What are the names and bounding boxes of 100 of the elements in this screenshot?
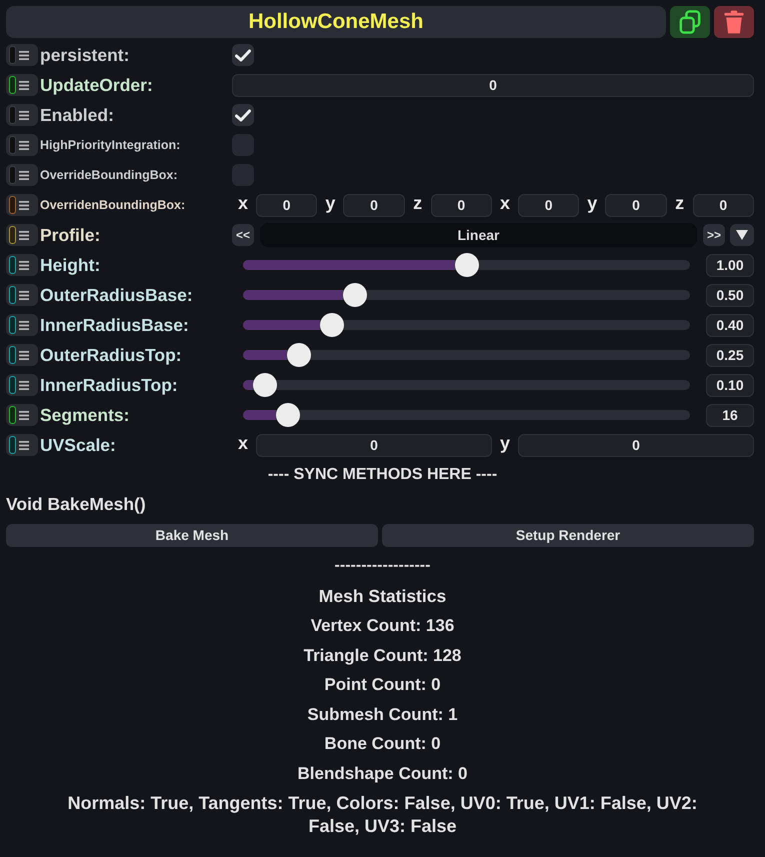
number-field[interactable]: 0 bbox=[518, 434, 754, 456]
drag-handle[interactable] bbox=[6, 404, 38, 426]
field-label: InnerRadiusBase: bbox=[40, 314, 189, 334]
axis-label: z bbox=[412, 194, 424, 215]
drag-handle[interactable] bbox=[6, 254, 38, 276]
slider-thumb[interactable] bbox=[320, 313, 344, 337]
stat-line: Point Count: 0 bbox=[324, 674, 441, 696]
checkmark-icon bbox=[235, 108, 251, 122]
previous-button[interactable]: << bbox=[232, 224, 254, 246]
stat-line: Blendshape Count: 0 bbox=[297, 762, 468, 784]
slider-track[interactable] bbox=[243, 403, 690, 427]
checkbox[interactable] bbox=[232, 44, 254, 66]
slider-thumb[interactable] bbox=[253, 373, 278, 397]
axis-label: x bbox=[236, 194, 249, 215]
slider-track[interactable] bbox=[243, 343, 690, 367]
copy-icon bbox=[679, 10, 701, 34]
axis-label: y bbox=[498, 434, 511, 455]
slider-track[interactable] bbox=[243, 253, 690, 277]
axis-label: x bbox=[236, 434, 249, 455]
drag-handle[interactable] bbox=[6, 284, 38, 306]
menu-icon bbox=[19, 140, 29, 150]
caret-down-icon bbox=[736, 230, 748, 240]
enum-value-field[interactable]: Linear bbox=[260, 223, 697, 247]
field-label: HighPriorityIntegration: bbox=[40, 138, 180, 152]
stat-line: Vertex Count: 136 bbox=[310, 615, 454, 637]
field-label: OverridenBoundingBox: bbox=[40, 198, 186, 212]
value-field[interactable]: 16 bbox=[706, 404, 754, 426]
menu-icon bbox=[19, 290, 29, 300]
menu-icon bbox=[19, 260, 29, 270]
stat-summary: Normals: True, Tangents: True, Colors: False, UV0: True, UV1: False, UV2: False, UV3: False bbox=[66, 792, 698, 838]
value-field[interactable]: 1.00 bbox=[706, 254, 754, 276]
menu-icon bbox=[19, 170, 29, 180]
number-field[interactable]: 0 bbox=[232, 74, 754, 96]
field-label: Profile: bbox=[40, 224, 100, 244]
separator-text: ------------------ bbox=[334, 556, 430, 576]
value-field[interactable]: 0.40 bbox=[706, 314, 754, 336]
stat-line: Triangle Count: 128 bbox=[304, 644, 462, 667]
number-field[interactable]: 0 bbox=[605, 194, 667, 216]
value-field[interactable]: 0.10 bbox=[706, 374, 754, 396]
component-title: HollowConeMesh bbox=[248, 9, 424, 36]
dropdown-button[interactable] bbox=[730, 224, 754, 246]
stats-title: Mesh Statistics bbox=[318, 585, 446, 608]
field-label: UVScale: bbox=[40, 434, 116, 454]
value-field[interactable]: 0.50 bbox=[706, 284, 754, 306]
drag-handle[interactable] bbox=[6, 194, 38, 216]
menu-icon bbox=[19, 200, 29, 210]
menu-icon bbox=[19, 110, 29, 120]
slider-thumb[interactable] bbox=[342, 283, 367, 307]
drag-handle[interactable] bbox=[6, 344, 38, 366]
menu-icon bbox=[19, 350, 29, 360]
checkbox[interactable] bbox=[232, 104, 254, 126]
menu-icon bbox=[19, 410, 29, 420]
drag-handle[interactable] bbox=[6, 104, 38, 126]
method-signature: Void BakeMesh() bbox=[6, 493, 146, 516]
axis-label: z bbox=[674, 194, 686, 215]
stat-line: Submesh Count: 1 bbox=[307, 704, 458, 726]
stat-line: Bone Count: 0 bbox=[324, 733, 441, 755]
next-button[interactable]: >> bbox=[703, 224, 725, 246]
trash-icon bbox=[724, 10, 744, 34]
slider-thumb[interactable] bbox=[276, 403, 300, 427]
menu-icon bbox=[19, 230, 29, 240]
menu-icon bbox=[19, 80, 29, 90]
drag-handle[interactable] bbox=[6, 74, 38, 96]
slider-thumb[interactable] bbox=[286, 343, 311, 367]
slider-thumb[interactable] bbox=[454, 253, 478, 277]
field-label: OverrideBoundingBox: bbox=[40, 168, 178, 182]
number-field[interactable]: 0 bbox=[343, 194, 405, 216]
field-label: Segments: bbox=[40, 404, 130, 424]
field-label: Enabled: bbox=[40, 104, 114, 124]
checkmark-icon bbox=[235, 48, 251, 62]
slider-track[interactable] bbox=[243, 283, 690, 307]
duplicate-button[interactable] bbox=[670, 6, 710, 38]
menu-icon bbox=[19, 440, 29, 450]
method-button[interactable]: Setup Renderer bbox=[382, 524, 754, 547]
drag-handle[interactable] bbox=[6, 164, 38, 186]
value-field[interactable]: 0.25 bbox=[706, 344, 754, 366]
drag-handle[interactable] bbox=[6, 374, 38, 396]
axis-label: y bbox=[586, 194, 598, 215]
drag-handle[interactable] bbox=[6, 224, 38, 246]
axis-label: x bbox=[498, 194, 511, 215]
drag-handle[interactable] bbox=[6, 44, 38, 66]
method-button[interactable]: Bake Mesh bbox=[6, 524, 378, 547]
drag-handle[interactable] bbox=[6, 134, 38, 156]
number-field[interactable]: 0 bbox=[430, 194, 492, 216]
number-field[interactable]: 0 bbox=[692, 194, 754, 216]
number-field[interactable]: 0 bbox=[518, 194, 580, 216]
axis-label: y bbox=[324, 194, 336, 215]
number-field[interactable]: 0 bbox=[256, 434, 492, 456]
slider-track[interactable] bbox=[243, 373, 690, 397]
field-label: persistent: bbox=[40, 44, 130, 64]
drag-handle[interactable] bbox=[6, 434, 38, 456]
field-label: InnerRadiusTop: bbox=[40, 374, 178, 394]
menu-icon bbox=[19, 320, 29, 330]
delete-button[interactable] bbox=[714, 6, 754, 38]
number-field[interactable]: 0 bbox=[256, 194, 318, 216]
menu-icon bbox=[19, 50, 29, 60]
slider-track[interactable] bbox=[243, 313, 690, 337]
menu-icon bbox=[19, 380, 29, 390]
field-label: OuterRadiusBase: bbox=[40, 284, 193, 304]
drag-handle[interactable] bbox=[6, 314, 38, 336]
